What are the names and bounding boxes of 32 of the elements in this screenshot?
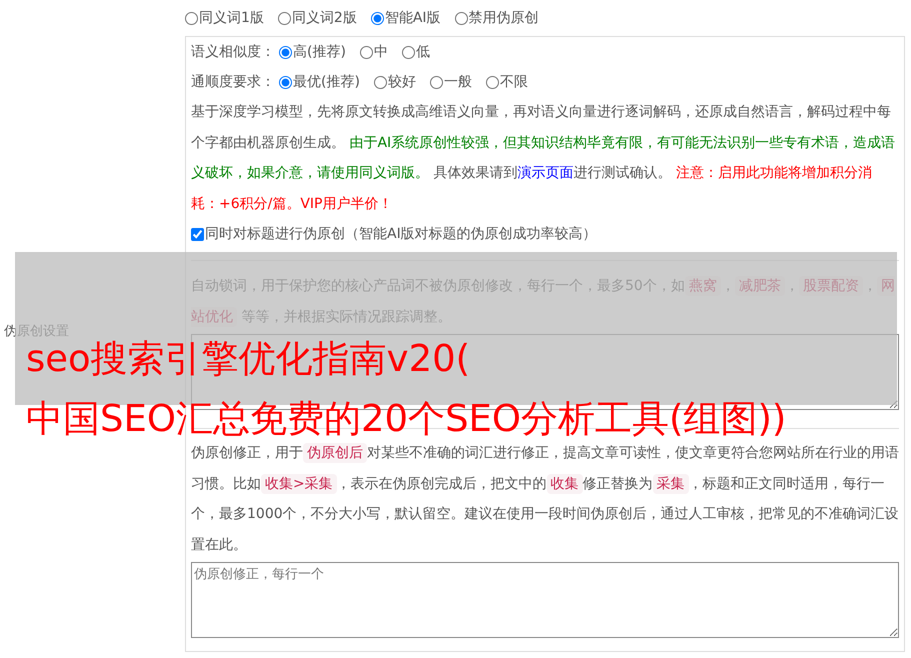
ai-description: 基于深度学习模型，先将原文转换成高维语义向量，再对语义向量进行逐词解码，还原成自然语言，解码过程中每个字都由机器原创生成。 由于AI系统原创性较强，但其知识结构毕竟有限，有可能无法识别一些专有术语，造成语义破坏，如果介意，请使用同义词版。 具体效果请到演示页面进行测试确认。 注意：启用此功能将增加积分消耗：+6积分/篇。VIP用户半价！ [191, 103, 896, 214]
radio-button[interactable] [430, 76, 443, 88]
radio-label: 一般 [444, 73, 472, 91]
radio-button[interactable] [374, 76, 387, 88]
radio-button[interactable] [486, 76, 499, 88]
radio-label: 不限 [500, 73, 528, 91]
radio-label: 禁用伪原创 [468, 9, 539, 27]
similarity-label: 语义相似度： [191, 43, 275, 61]
correction-field[interactable]: 伪原创修正，每行一个 [191, 562, 899, 638]
radio-label: 高(推荐) [293, 43, 346, 61]
radio-label: 低 [416, 43, 430, 61]
radio-label: 中 [374, 43, 388, 61]
radio-button[interactable] [279, 46, 292, 58]
correction-description: 伪原创修正，用于 伪原创后 对某些不准确的词汇进行修正，提高文章可读性，使文章更符合您网站所在行业的用语习惯。比如 收集>采集 ，表示在伪原创完成后，把文中的 收集 修正替换为 采集 ，标题和正文同时适用，每行一个，最多1000个，不分大小写，默认留空。建议在使用一段时间伪原创后，通过人工审核，把常见的不准确词汇设置在此。 [191, 442, 899, 554]
radio-button[interactable] [454, 12, 468, 24]
radio-button[interactable] [402, 46, 415, 58]
radio-label: 同义词2版 [292, 9, 357, 27]
toast-title-line: 中国SEO汇总免费的20个SEO分析工具(组图)) [26, 398, 786, 440]
fluency-label: 通顺度要求： [191, 73, 275, 91]
toast-title-line: seo搜索引擎优化指南v20( [26, 338, 470, 380]
checkbox[interactable] [191, 228, 204, 240]
radio-label: 较好 [388, 73, 416, 91]
radio-button[interactable] [185, 12, 198, 24]
radio-label: 最优(推荐) [293, 73, 360, 91]
radio-label: 同义词1版 [199, 9, 264, 27]
radio-button[interactable] [278, 12, 291, 24]
radio-label: 智能AI版 [384, 9, 441, 27]
checkbox-label: 同时对标题进行伪原创（智能AI版对标题的伪原创成功率较高） [205, 225, 597, 243]
radio-button[interactable] [370, 12, 384, 24]
demo-page-link[interactable]: 演示页面 [517, 165, 574, 181]
radio-button[interactable] [360, 46, 373, 58]
radio-button[interactable] [279, 76, 292, 88]
